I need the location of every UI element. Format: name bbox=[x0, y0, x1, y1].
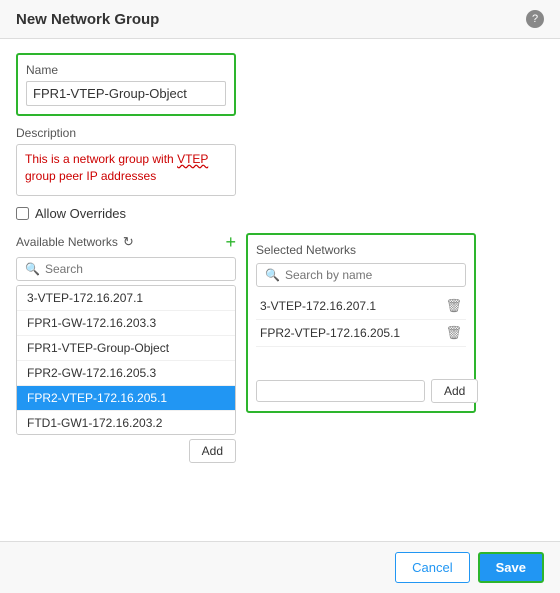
name-field-box: Name bbox=[16, 53, 236, 116]
list-item[interactable]: FPR1-GW-172.16.203.3 bbox=[17, 311, 235, 336]
available-networks-header: Available Networks ↻ + bbox=[16, 233, 236, 251]
networks-row: Available Networks ↻ + 🔍 3-VTEP-172.16.2… bbox=[16, 233, 544, 463]
dialog-title: New Network Group bbox=[16, 11, 159, 28]
name-label: Name bbox=[26, 63, 226, 77]
selected-search-box: 🔍 bbox=[256, 263, 466, 287]
selected-add-button[interactable]: Add bbox=[431, 379, 478, 403]
selected-footer-input[interactable] bbox=[256, 380, 425, 402]
list-item[interactable]: FTD1-GW1-172.16.203.2 bbox=[17, 411, 235, 435]
allow-overrides-checkbox[interactable] bbox=[16, 207, 29, 220]
available-search-icon: 🔍 bbox=[25, 262, 40, 276]
trash-icon[interactable]: 🗑 bbox=[445, 325, 462, 341]
new-network-group-dialog: New Network Group ? Name Description Thi… bbox=[0, 0, 560, 593]
description-box: This is a network group with VTEP group … bbox=[16, 144, 236, 196]
refresh-icon[interactable]: ↻ bbox=[123, 234, 134, 250]
selected-search-input[interactable] bbox=[285, 268, 457, 282]
available-add-right: Add bbox=[16, 439, 236, 463]
list-item[interactable]: 3-VTEP-172.16.207.1 bbox=[17, 286, 235, 311]
available-add-button[interactable]: Add bbox=[189, 439, 236, 463]
list-item-selected[interactable]: FPR2-VTEP-172.16.205.1 bbox=[17, 386, 235, 411]
selected-item-name: FPR2-VTEP-172.16.205.1 bbox=[260, 326, 400, 340]
dialog-body: Name Description This is a network group… bbox=[0, 39, 560, 477]
selected-networks-section: Selected Networks 🔍 3-VTEP-172.16.207.1 … bbox=[246, 233, 476, 413]
dialog-header: New Network Group ? bbox=[0, 0, 560, 39]
available-add-plus-button[interactable]: + bbox=[225, 233, 236, 251]
dialog-footer: Cancel Save bbox=[0, 541, 560, 593]
description-label: Description bbox=[16, 126, 544, 140]
available-networks-section: Available Networks ↻ + 🔍 3-VTEP-172.16.2… bbox=[16, 233, 236, 463]
available-networks-title: Available Networks ↻ bbox=[16, 234, 134, 250]
available-search-input[interactable] bbox=[45, 262, 227, 276]
vtep-underline: VTEP bbox=[177, 152, 208, 166]
selected-network-list: 3-VTEP-172.16.207.1 🗑 FPR2-VTEP-172.16.2… bbox=[256, 293, 466, 373]
save-button[interactable]: Save bbox=[478, 552, 544, 583]
selected-item: FPR2-VTEP-172.16.205.1 🗑 bbox=[256, 320, 466, 347]
description-text: This is a network group with VTEP group … bbox=[25, 152, 208, 183]
list-item[interactable]: FPR1-VTEP-Group-Object bbox=[17, 336, 235, 361]
description-section: Description This is a network group with… bbox=[16, 126, 544, 196]
trash-icon[interactable]: 🗑 bbox=[445, 298, 462, 314]
allow-overrides-label: Allow Overrides bbox=[35, 206, 126, 221]
available-network-list: 3-VTEP-172.16.207.1 FPR1-GW-172.16.203.3… bbox=[16, 285, 236, 435]
allow-overrides-row: Allow Overrides bbox=[16, 206, 544, 221]
help-icon[interactable]: ? bbox=[526, 10, 544, 28]
selected-footer: Add bbox=[256, 379, 466, 403]
name-input[interactable] bbox=[26, 81, 226, 106]
selected-search-icon: 🔍 bbox=[265, 268, 280, 282]
list-item[interactable]: FPR2-GW-172.16.205.3 bbox=[17, 361, 235, 386]
available-search-box: 🔍 bbox=[16, 257, 236, 281]
selected-item: 3-VTEP-172.16.207.1 🗑 bbox=[256, 293, 466, 320]
cancel-button[interactable]: Cancel bbox=[395, 552, 469, 583]
selected-item-name: 3-VTEP-172.16.207.1 bbox=[260, 299, 376, 313]
selected-networks-title: Selected Networks bbox=[256, 243, 466, 257]
